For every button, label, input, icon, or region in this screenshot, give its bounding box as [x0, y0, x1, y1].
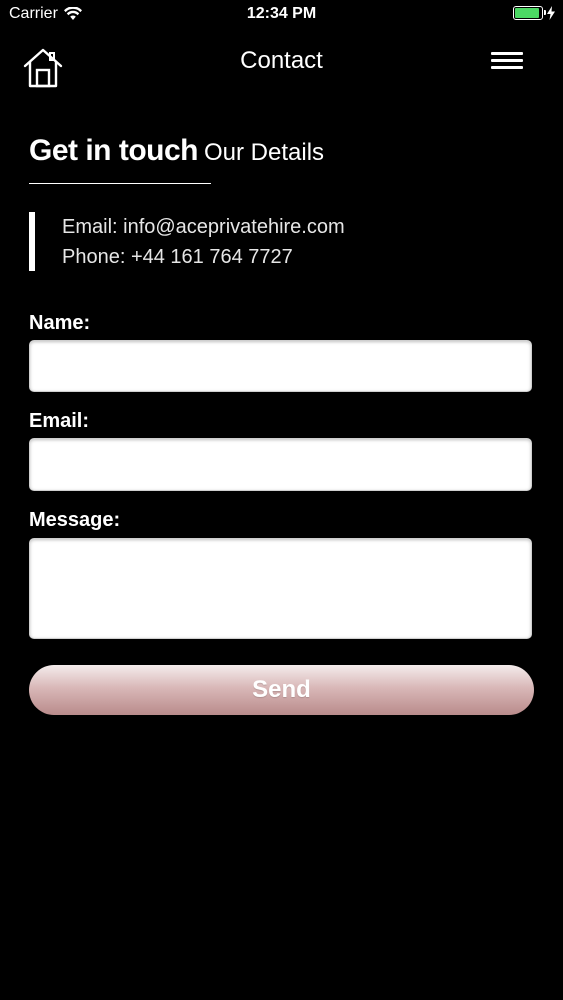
name-input[interactable] — [29, 340, 532, 392]
heading-our-details: Our Details — [204, 139, 325, 166]
send-button[interactable]: Send — [29, 665, 534, 715]
battery-indicator — [513, 6, 555, 20]
menu-line — [491, 59, 523, 62]
message-label: Message: — [29, 509, 121, 531]
battery-level — [515, 8, 539, 18]
details-email: Email: info@aceprivatehire.com — [62, 216, 345, 238]
status-bar: Carrier 12:34 PM — [0, 0, 563, 30]
menu-line — [491, 66, 523, 69]
details-phone: Phone: +44 161 764 7727 — [62, 246, 293, 268]
charging-bolt-icon — [547, 6, 555, 20]
nav-bar: Contact — [0, 40, 563, 96]
message-textarea[interactable] — [29, 538, 532, 639]
name-label: Name: — [29, 312, 91, 334]
section-heading: Get in touch Our Details — [29, 134, 324, 168]
status-time: 12:34 PM — [246, 5, 317, 22]
page-title: Contact — [240, 47, 323, 74]
battery-icon — [513, 6, 546, 20]
menu-line — [491, 52, 523, 55]
heading-get-in-touch: Get in touch — [29, 134, 199, 167]
contact-details: Email: info@aceprivatehire.com Phone: +4… — [29, 212, 529, 272]
hamburger-menu-icon[interactable] — [491, 52, 523, 74]
email-label: Email: — [29, 410, 90, 432]
email-input[interactable] — [29, 438, 532, 491]
details-accent-bar — [29, 212, 35, 271]
heading-underline — [29, 183, 211, 184]
